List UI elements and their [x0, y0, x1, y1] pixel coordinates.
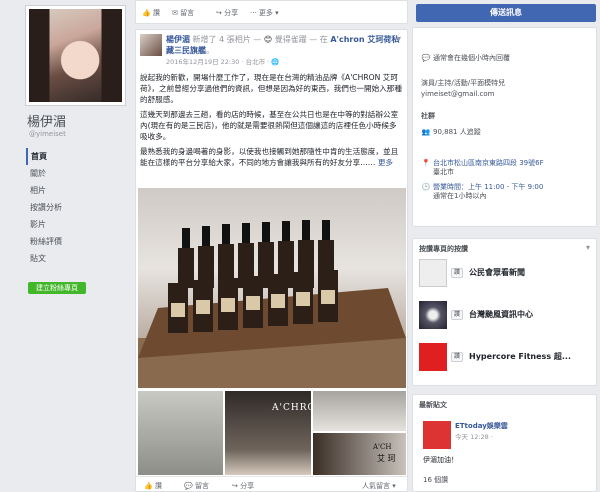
about-email[interactable]: yimeiset@gmail.com: [421, 90, 494, 99]
reply-note: 💬 通常會在幾個小時內回覆: [421, 54, 510, 62]
hours: 🕒 營業時間：上午 11:00 - 下午 9:00 通常在1小時以內: [421, 183, 544, 200]
about-card: 💬 通常會在幾個小時內回覆 演員/主持/活動/平面模特兒 yimeiset@gma…: [412, 27, 597, 227]
send-message-button[interactable]: 傳送訊息: [416, 4, 596, 22]
post-action-bar: 👍 讚 💬 留言 ↪ 分享 人氣留言 ▾: [136, 476, 409, 492]
post-action-text: 新增了 4 張相片 —: [192, 35, 262, 44]
recent-post-author[interactable]: ETtoday娛樂雲: [455, 421, 508, 431]
post-author-link[interactable]: 楊伊湄: [166, 35, 190, 44]
see-more-link[interactable]: 更多: [378, 158, 393, 167]
share-icon: ↪: [232, 482, 238, 490]
profile-avatar[interactable]: [26, 6, 125, 105]
share-icon: ↪: [216, 9, 222, 17]
post-options-chevron-icon[interactable]: ▾: [397, 34, 401, 43]
post-paragraph: 說起我的新歡，開場什麼工作了，現在是在台灣的精油品牌《A'CHRON 艾珂荷》，…: [140, 73, 402, 104]
nav-likes[interactable]: 按讚分析: [26, 199, 126, 216]
page-avatar: [419, 301, 447, 329]
page-avatar: [419, 259, 447, 287]
like-page-button[interactable]: 👍 讚: [142, 8, 160, 18]
create-page-button[interactable]: 建立粉絲專頁: [28, 282, 86, 294]
clock-icon: 🕒: [421, 183, 431, 191]
page-like-button[interactable]: 讚: [451, 352, 463, 362]
post-photo-thumb[interactable]: [313, 391, 406, 431]
globe-icon: 🌐: [271, 58, 280, 66]
post-like-button[interactable]: 👍 讚: [144, 481, 162, 491]
page-name[interactable]: Hypercore Fitness 超...: [469, 351, 571, 362]
recent-post-likes[interactable]: 16 個讚: [423, 475, 448, 485]
comment-icon: 💬: [184, 482, 193, 490]
chat-icon: 💬: [421, 54, 431, 62]
ellipsis-icon: ···: [250, 9, 257, 17]
liked-page-row[interactable]: 讚 台灣颱風資訊中心: [419, 301, 595, 337]
post-location-prefix: — 在: [309, 35, 328, 44]
post-timestamp[interactable]: 2016年12月19日 22:30 · 台北市 · 🌐: [166, 56, 279, 66]
liked-pages-card: 按讚專頁的按讚 ▾ 讚 公民會眾看新聞 讚 台灣颱風資訊中心 讚 Hyperco…: [412, 238, 597, 386]
profile-nav: 首頁 關於 相片 按讚分析 影片 粉絲評價 貼文: [26, 148, 126, 267]
profile-handle[interactable]: @yimeiset: [29, 130, 66, 138]
recent-posts-card: 最新貼文 ETtoday娛樂雲 今天 12:28 · 伊湄加油！ 16 個讚: [412, 394, 597, 492]
thumbs-up-icon: 👍: [142, 9, 151, 17]
share-page-button[interactable]: ↪ 分享: [216, 8, 238, 18]
comment-sort-dropdown[interactable]: 人氣留言 ▾: [362, 481, 396, 491]
photo-brand-text: A'CH: [373, 443, 392, 451]
profile-column: 楊伊湄 @yimeiset 首頁 關於 相片 按讚分析 影片 粉絲評價 貼文 建…: [0, 0, 132, 492]
right-column: 傳送訊息 💬 通常會在幾個小時內回覆 演員/主持/活動/平面模特兒 yimeise…: [412, 0, 600, 492]
community-heading: 社群: [421, 112, 435, 120]
post-main-photo[interactable]: [138, 188, 406, 388]
post-header: 楊伊湄 新增了 4 張相片 — 😊 覺得雀躍 — 在 A'chron 艾珂荷私藏…: [166, 35, 400, 55]
thumbs-up-icon: 👍: [144, 482, 153, 490]
nav-posts[interactable]: 貼文: [26, 250, 126, 267]
liked-pages-title: 按讚專頁的按讚: [419, 245, 468, 253]
nav-reviews[interactable]: 粉絲評價: [26, 233, 126, 250]
liked-page-row[interactable]: 讚 公民會眾看新聞: [419, 259, 595, 295]
page-name[interactable]: 公民會眾看新聞: [469, 267, 525, 278]
chevron-down-icon[interactable]: ▾: [586, 243, 590, 252]
photo-brand-text: A'CHRON: [272, 403, 311, 413]
post-text: 說起我的新歡，開場什麼工作了，現在是在台灣的精油品牌《A'CHRON 艾珂荷》，…: [140, 72, 404, 172]
nav-photos[interactable]: 相片: [26, 182, 126, 199]
post-photo-thumb[interactable]: [138, 391, 223, 475]
post-photo-thumb[interactable]: A'CHRON: [225, 391, 311, 475]
followers-count: 👥 90,881 人追蹤: [421, 128, 481, 136]
about-role: 演員/主持/活動/平面模特兒: [421, 79, 506, 87]
page-like-button[interactable]: 讚: [451, 310, 463, 320]
recent-post-avatar[interactable]: [423, 421, 451, 449]
page-name[interactable]: 台灣颱風資訊中心: [469, 309, 533, 320]
post-paragraph: 最熟悉我的身邊喝著的身影，以使我也接觸到她那隨性中肯的生活態度，並且能在這樣的平…: [140, 147, 399, 167]
page-action-bar: 👍 讚 ✉ 留言 ↪ 分享 ··· 更多 ▾: [135, 0, 408, 24]
post-share-button[interactable]: ↪ 分享: [232, 481, 254, 491]
nav-about[interactable]: 關於: [26, 165, 126, 182]
recent-posts-title: 最新貼文: [419, 401, 447, 409]
post-comment-button[interactable]: 💬 留言: [184, 481, 209, 491]
address[interactable]: 📍 台北市松山區南京東路四段 39號6F 臺北市: [421, 159, 591, 177]
page-like-button[interactable]: 讚: [451, 268, 463, 278]
page-avatar: [419, 343, 447, 371]
location-pin-icon: 📍: [421, 159, 431, 167]
recent-post-text: 伊湄加油！: [423, 456, 458, 464]
recent-post-time: 今天 12:28 ·: [455, 433, 493, 441]
post-photo-thumb[interactable]: A'CH 艾 珂: [313, 433, 406, 475]
post-paragraph: 這幾天到那邊去三趟，看的店的時候，基至在公共日也是在中等的對話辦公室內(現在有的…: [140, 110, 399, 141]
more-button[interactable]: ··· 更多 ▾: [250, 8, 279, 18]
liked-page-row[interactable]: 讚 Hypercore Fitness 超...: [419, 343, 595, 379]
post-card: 楊伊湄 新增了 4 張相片 — 😊 覺得雀躍 — 在 A'chron 艾珂荷私藏…: [135, 29, 409, 492]
profile-name[interactable]: 楊伊湄: [27, 111, 66, 130]
dropper-bottles-illustration: [138, 220, 406, 388]
feeling-icon: 😊: [263, 35, 273, 44]
post-feeling: 覺得雀躍: [274, 35, 307, 44]
followers-icon: 👥: [421, 128, 431, 136]
chevron-down-icon: ▾: [275, 9, 279, 17]
comment-icon: ✉: [172, 9, 178, 17]
nav-home[interactable]: 首頁: [26, 148, 126, 165]
chevron-down-icon: ▾: [392, 482, 396, 490]
post-author-avatar[interactable]: [140, 34, 162, 56]
nav-videos[interactable]: 影片: [26, 216, 126, 233]
comment-page-button[interactable]: ✉ 留言: [172, 8, 194, 18]
photo-brand-text: 艾 珂: [377, 454, 396, 463]
